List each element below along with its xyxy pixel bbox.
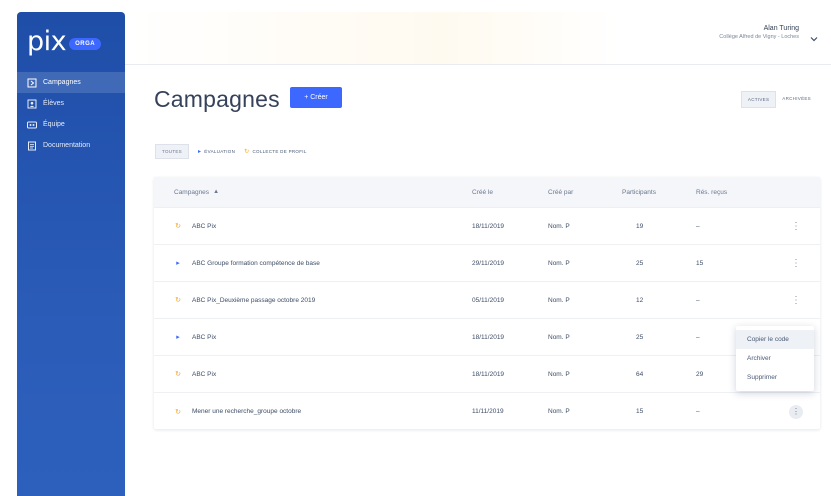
kebab-menu-icon[interactable]: ⋮ xyxy=(786,258,806,269)
campaign-participants: 19 xyxy=(636,222,644,230)
campaign-date: 11/11/2019 xyxy=(472,408,504,415)
sidebar-item-label: Documentation xyxy=(43,142,91,149)
table-row[interactable]: ↻ ABC Pix_Deuxième passage octobre 2019 0… xyxy=(154,282,820,319)
column-label: Campagnes xyxy=(174,188,210,196)
campaign-author: Nom. P xyxy=(548,333,570,341)
sidebar-item-label: Élèves xyxy=(43,100,65,107)
campaign-author: Nom. P xyxy=(548,408,570,415)
sidebar-item-campagnes[interactable]: Campagnes xyxy=(17,72,125,93)
campaign-name: ABC Pix xyxy=(192,333,217,341)
evaluation-icon: ▸ xyxy=(197,149,202,155)
logo-badge: ORGA xyxy=(69,37,102,50)
sort-up-icon: ▲ xyxy=(213,189,220,195)
table-row[interactable]: ↻ ABC Pix 18/11/2019 Nom. P 19 – ⋮ xyxy=(154,208,820,245)
campaign-name: ABC Pix xyxy=(192,370,217,378)
campaigns-table: Campagnes ▲ Créé le Créé par Participant… xyxy=(154,177,820,429)
campaign-author: Nom. P xyxy=(548,296,570,304)
table-row[interactable]: ▸ ABC Groupe formation compétence de base… xyxy=(154,245,820,282)
campaign-name: ABC Pix_Deuxième passage octobre 2019 xyxy=(192,296,316,304)
user-name: Alan Turing xyxy=(763,25,799,32)
tab-archivees[interactable]: ARCHIVÉES xyxy=(776,91,817,108)
sidebar-item-label: Campagnes xyxy=(43,79,81,86)
campaign-filters: TOUTES ▸ ÉVALUATION ↻ COLLECTE DE PROFIL xyxy=(155,144,307,159)
evaluation-icon: ▸ xyxy=(176,334,180,341)
kebab-menu-icon[interactable]: ⋮ xyxy=(786,221,806,232)
students-icon xyxy=(27,99,37,109)
column-header-participants: Participants xyxy=(622,188,656,196)
campaign-author: Nom. P xyxy=(548,222,570,230)
campaign-author: Nom. P xyxy=(548,259,570,267)
sidebar: pix ORGA Campagnes Élèves Équipe Documen… xyxy=(17,12,125,496)
pix-orga-logo[interactable]: pix ORGA xyxy=(27,26,102,57)
sidebar-item-documentation[interactable]: Documentation xyxy=(17,135,125,156)
tab-actives[interactable]: ACTIVES xyxy=(740,91,777,108)
column-header-name[interactable]: Campagnes ▲ xyxy=(154,189,472,196)
campaign-results: – xyxy=(696,408,700,415)
top-bar: Alan Turing Collège Alfred de Vigny - Lo… xyxy=(125,12,831,65)
evaluation-icon: ▸ xyxy=(176,260,180,267)
campaign-participants: 25 xyxy=(636,259,644,267)
page-title: Campagnes xyxy=(154,86,280,112)
campaign-date: 18/11/2019 xyxy=(472,370,505,378)
table-row[interactable]: ▸ ABC Pix 18/11/2019 Nom. P 25 – xyxy=(154,319,820,356)
sidebar-item-equipe[interactable]: Équipe xyxy=(17,114,125,135)
table-header: Campagnes ▲ Créé le Créé par Participant… xyxy=(154,177,820,208)
active-archived-toggle: ACTIVES ARCHIVÉES xyxy=(740,91,817,108)
user-menu[interactable]: Alan Turing Collège Alfred de Vigny - Lo… xyxy=(719,25,799,40)
campaign-participants: 64 xyxy=(636,370,644,378)
user-school: Collège Alfred de Vigny - Loches xyxy=(719,34,799,40)
delete-menu-item[interactable]: Supprimer xyxy=(736,368,814,387)
column-header-author: Créé par xyxy=(548,188,574,196)
campaign-name: ABC Groupe formation compétence de base xyxy=(192,259,320,267)
sidebar-item-label: Équipe xyxy=(43,121,65,128)
campaign-date: 29/11/2019 xyxy=(472,259,505,267)
row-actions-dropdown: Copier le code Archiver Supprimer xyxy=(736,326,814,391)
profile-collect-icon: ↻ xyxy=(175,223,181,230)
kebab-menu-icon[interactable]: ⋮ xyxy=(789,404,803,419)
chevron-down-icon[interactable] xyxy=(809,34,819,44)
campaign-date: 18/11/2019 xyxy=(472,222,505,230)
campaign-icon xyxy=(27,78,37,88)
filter-evaluation-button[interactable]: ▸ ÉVALUATION xyxy=(198,148,235,155)
documentation-icon xyxy=(27,141,37,151)
campaign-participants: 25 xyxy=(636,333,644,341)
filter-label: COLLECTE DE PROFIL xyxy=(252,149,307,154)
campaign-date: 18/11/2019 xyxy=(472,333,505,341)
column-header-results: Rés. reçus xyxy=(696,188,728,196)
create-campaign-button[interactable]: + Créer xyxy=(290,87,342,108)
campaign-date: 05/11/2019 xyxy=(472,296,505,304)
logo-text: pix xyxy=(27,26,67,57)
filter-label: ÉVALUATION xyxy=(204,149,236,154)
campaign-participants: 12 xyxy=(636,296,644,304)
profile-collect-icon: ↻ xyxy=(175,371,181,378)
campaign-results: – xyxy=(696,222,700,230)
table-row[interactable]: ↻ Mener une recherche_groupe octobre 11/1… xyxy=(154,393,820,430)
kebab-menu-icon[interactable]: ⋮ xyxy=(786,295,806,306)
campaign-results: – xyxy=(696,296,700,304)
table-row[interactable]: ↻ ABC Pix 18/11/2019 Nom. P 64 29 xyxy=(154,356,820,393)
campaign-participants: 15 xyxy=(636,408,644,415)
team-icon xyxy=(27,120,37,130)
sidebar-nav: Campagnes Élèves Équipe Documentation xyxy=(17,72,125,156)
campaign-author: Nom. P xyxy=(548,370,570,378)
archive-menu-item[interactable]: Archiver xyxy=(736,349,814,368)
campaign-results: 15 xyxy=(696,259,704,267)
copy-code-menu-item[interactable]: Copier le code xyxy=(736,330,814,349)
filter-profile-button[interactable]: ↻ COLLECTE DE PROFIL xyxy=(244,148,307,155)
column-header-date: Créé le xyxy=(472,188,493,196)
campaign-name: ABC Pix xyxy=(192,222,217,230)
sidebar-item-eleves[interactable]: Élèves xyxy=(17,93,125,114)
campaign-name: Mener une recherche_groupe octobre xyxy=(192,408,302,415)
profile-collect-icon: ↻ xyxy=(175,297,181,304)
filter-all-button[interactable]: TOUTES xyxy=(155,144,189,159)
profile-collect-icon: ↻ xyxy=(244,149,250,155)
profile-collect-icon: ↻ xyxy=(175,408,181,416)
